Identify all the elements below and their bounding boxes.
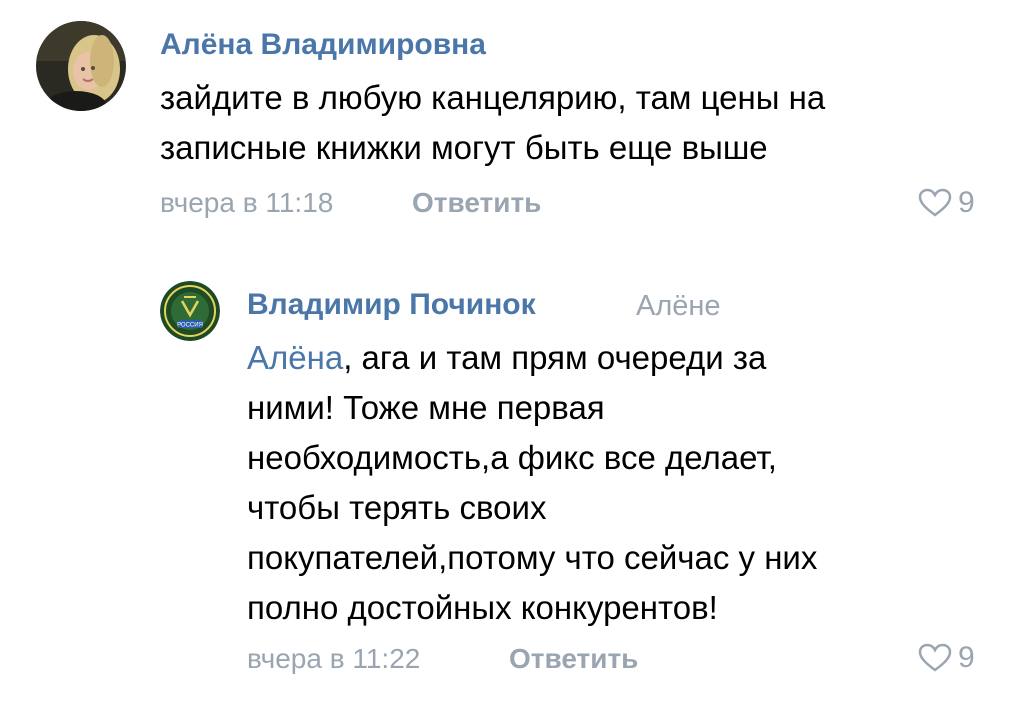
comment-text-line: зайдите в любую канцелярию, там цены на [160,79,826,116]
like-count: 9 [958,186,975,219]
comment-text: Алёна, ага и там прям очереди за ними! Т… [247,333,817,633]
user-photo-icon [36,21,126,111]
comment-text-line: чтобы терять своих [247,489,547,526]
comment-timestamp[interactable]: вчера в 11:18 [160,186,333,220]
heart-icon [918,643,952,672]
reply-button[interactable]: Ответить [412,186,541,220]
like-button[interactable]: 9 [918,186,975,220]
comment-text-line: покупателей,потому что сейчас у них [247,539,818,576]
comment-author[interactable]: Владимир Починок [247,287,536,323]
comment-author[interactable]: Алёна Владимировна [160,27,486,63]
comment-text-line: записные книжки могут быть еще выше [160,129,768,166]
comment-text-line: необходимость,а фикс все делает, [247,439,777,476]
reply-button[interactable]: Ответить [509,642,638,676]
comments-thread: Алёна Владимировна зайдите в любую канце… [0,0,1024,703]
heart-icon [918,188,952,217]
avatar[interactable]: РОССИЯ [160,281,220,341]
emblem-text: РОССИЯ [177,323,203,329]
avatar[interactable] [36,21,126,111]
comment-text: зайдите в любую канцелярию, там цены на … [160,73,825,173]
like-button[interactable]: 9 [918,641,975,675]
comment-text-fragment: , ага и там прям очереди за [343,339,767,376]
comment-text-line: ними! Тоже мне первая [247,389,605,426]
comment-text-line: полно достойных конкурентов! [247,589,718,626]
emblem-badge-icon: РОССИЯ [160,281,220,341]
reply-to-label[interactable]: Алёне [636,288,721,324]
comment-timestamp[interactable]: вчера в 11:22 [247,642,420,676]
comment-text-line: Алёна, ага и там прям очереди за [247,333,817,383]
like-count: 9 [958,641,975,674]
mention-link[interactable]: Алёна [247,339,343,376]
